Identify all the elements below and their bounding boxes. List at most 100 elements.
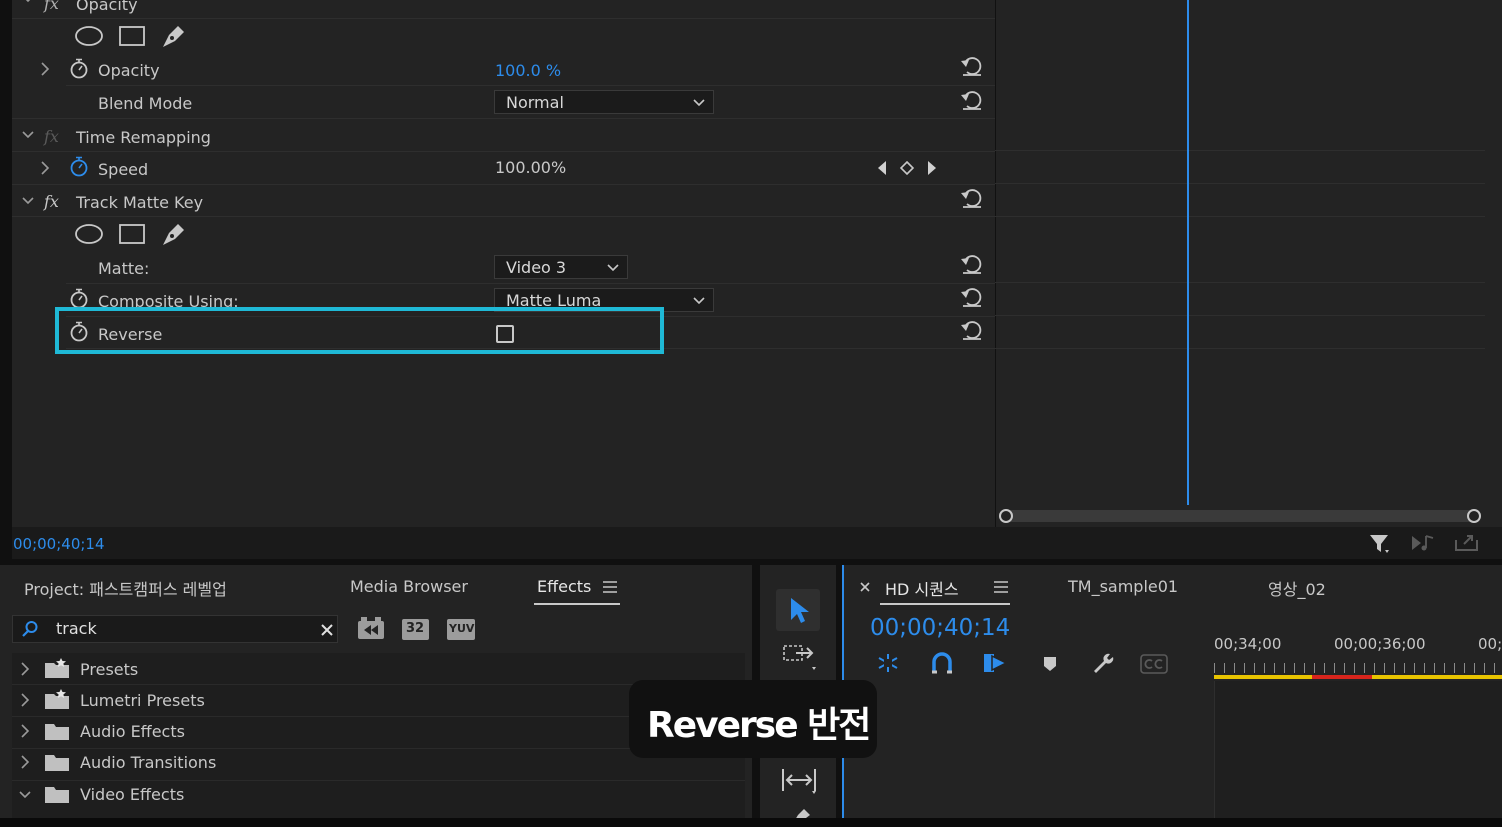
chevron-down-icon[interactable] bbox=[19, 790, 31, 800]
tree-item-label: Audio Transitions bbox=[80, 753, 217, 772]
stopwatch-active-icon[interactable] bbox=[68, 156, 90, 178]
zoom-handle-right[interactable] bbox=[1467, 509, 1481, 523]
tree-item-label: Video Effects bbox=[80, 785, 185, 804]
chevron-down-icon[interactable] bbox=[22, 0, 34, 4]
slip-tool-icon[interactable] bbox=[780, 765, 818, 795]
effect-controls-footer: 00;00;40;14 bbox=[12, 527, 1502, 559]
track-area bbox=[1214, 681, 1502, 827]
tab-video-02[interactable]: 영상_02 bbox=[1268, 576, 1326, 600]
filter-icon[interactable] bbox=[1368, 533, 1392, 555]
clear-search-icon[interactable] bbox=[320, 623, 334, 637]
selection-tool[interactable] bbox=[776, 589, 820, 631]
ruler-ticks bbox=[1214, 663, 1502, 673]
caption-overlay: Reverse 반전 bbox=[629, 680, 877, 758]
chevron-right-icon[interactable] bbox=[20, 693, 30, 707]
chevron-right-icon[interactable] bbox=[20, 755, 30, 769]
blend-mode-dropdown[interactable]: Normal bbox=[494, 90, 714, 114]
32-bit-effects-icon[interactable]: 32 bbox=[402, 619, 429, 640]
tab-project[interactable]: Project: 패스트캠퍼스 레벨업 bbox=[24, 576, 227, 600]
track-matte-key-title: Track Matte Key bbox=[76, 193, 204, 212]
tab-effects[interactable]: Effects bbox=[537, 577, 591, 596]
pen-mask-icon[interactable] bbox=[160, 220, 188, 248]
playhead-line[interactable] bbox=[1187, 0, 1189, 505]
ruler-label: 00;00;36;00 bbox=[1334, 635, 1426, 653]
wrench-icon[interactable] bbox=[1090, 651, 1116, 675]
chevron-down-icon bbox=[693, 297, 705, 305]
ellipse-mask-icon[interactable] bbox=[74, 25, 104, 47]
chevron-down-icon[interactable] bbox=[22, 130, 34, 140]
time-ruler[interactable]: 00;34;00 00;00;36;00 00; bbox=[1214, 629, 1502, 681]
export-icon bbox=[1455, 535, 1478, 551]
tab-hd-sequence[interactable]: HD 시퀀스 bbox=[885, 576, 959, 600]
effects-search-field[interactable]: track bbox=[12, 615, 338, 643]
reset-icon[interactable] bbox=[960, 286, 984, 308]
chevron-right-icon[interactable] bbox=[40, 62, 50, 76]
ruler-label: 00;34;00 bbox=[1214, 635, 1282, 653]
folder-icon bbox=[45, 787, 69, 803]
opacity-section-title: Opacity bbox=[76, 0, 138, 14]
zoom-scrollbar[interactable] bbox=[1005, 510, 1475, 522]
chevron-down-icon[interactable] bbox=[22, 196, 34, 206]
list-item[interactable]: Video Effects bbox=[12, 781, 745, 812]
next-keyframe-icon[interactable] bbox=[926, 160, 938, 176]
close-tab-icon[interactable] bbox=[860, 582, 870, 592]
tab-tm-sample01[interactable]: TM_sample01 bbox=[1068, 577, 1178, 596]
chevron-down-icon bbox=[693, 99, 705, 107]
time-remapping-title: Time Remapping bbox=[76, 128, 211, 147]
effect-controls-timecode[interactable]: 00;00;40;14 bbox=[13, 535, 105, 553]
zoom-handle-left[interactable] bbox=[999, 509, 1013, 523]
previous-keyframe-icon[interactable] bbox=[876, 160, 888, 176]
play-audio-icon bbox=[1412, 535, 1434, 551]
pen-mask-icon[interactable] bbox=[160, 22, 188, 50]
yuv-effects-icon[interactable]: YUV bbox=[447, 619, 475, 640]
tab-media-browser[interactable]: Media Browser bbox=[350, 577, 468, 596]
tree-item-label: Presets bbox=[80, 660, 139, 679]
reset-icon[interactable] bbox=[960, 187, 984, 209]
reset-icon[interactable] bbox=[960, 253, 984, 275]
matte-dropdown[interactable]: Video 3 bbox=[494, 255, 628, 279]
chevron-right-icon[interactable] bbox=[20, 724, 30, 738]
selection-arrow-icon bbox=[791, 598, 809, 623]
captions-icon bbox=[1140, 654, 1168, 674]
nest-sequence-icon[interactable] bbox=[876, 652, 900, 674]
stopwatch-icon[interactable] bbox=[68, 58, 90, 80]
fx-icon[interactable]: fx bbox=[44, 0, 59, 13]
ellipse-mask-icon[interactable] bbox=[74, 223, 104, 245]
panel-menu-icon[interactable] bbox=[994, 581, 1008, 593]
timeline-panel: HD 시퀀스 TM_sample01 영상_02 00;00;40;14 00;… bbox=[842, 565, 1502, 827]
effects-search-input[interactable]: track bbox=[56, 619, 97, 638]
reset-icon[interactable] bbox=[960, 319, 984, 341]
speed-label: Speed bbox=[98, 160, 149, 179]
effect-controls-timeline bbox=[995, 0, 1502, 527]
folder-icon bbox=[45, 724, 69, 740]
matte-label: Matte: bbox=[98, 259, 150, 278]
rectangle-mask-icon[interactable] bbox=[118, 25, 146, 47]
linked-selection-icon[interactable] bbox=[982, 652, 1008, 674]
opacity-value[interactable]: 100.0 % bbox=[495, 61, 561, 80]
speed-value[interactable]: 100.00% bbox=[495, 158, 566, 177]
sequence-tab-underline bbox=[880, 603, 1010, 605]
reset-icon[interactable] bbox=[960, 89, 984, 111]
chevron-right-icon[interactable] bbox=[40, 161, 50, 175]
snap-icon[interactable] bbox=[930, 652, 954, 674]
rectangle-mask-icon[interactable] bbox=[118, 223, 146, 245]
track-select-tool-icon[interactable] bbox=[782, 643, 818, 671]
chevron-down-icon bbox=[607, 264, 619, 272]
chevron-right-icon[interactable] bbox=[20, 662, 30, 676]
reset-icon[interactable] bbox=[960, 55, 984, 77]
add-keyframe-icon[interactable] bbox=[900, 161, 914, 175]
list-item[interactable]: Presets bbox=[12, 653, 745, 684]
timeline-timecode[interactable]: 00;00;40;14 bbox=[870, 615, 1010, 641]
panel-menu-icon[interactable] bbox=[603, 581, 617, 593]
tree-item-label: Audio Effects bbox=[80, 722, 185, 741]
yuv-badge-text: YUV bbox=[449, 622, 475, 635]
folder-icon bbox=[45, 755, 69, 771]
blend-mode-label: Blend Mode bbox=[98, 94, 193, 113]
matte-value: Video 3 bbox=[506, 258, 567, 277]
accelerated-effects-icon[interactable] bbox=[357, 617, 385, 641]
fx-icon[interactable]: fx bbox=[44, 192, 59, 211]
add-marker-icon[interactable] bbox=[1042, 655, 1058, 673]
preset-folder-icon bbox=[45, 689, 69, 709]
tree-item-label: Lumetri Presets bbox=[80, 691, 205, 710]
reverse-highlight-box bbox=[55, 307, 664, 354]
